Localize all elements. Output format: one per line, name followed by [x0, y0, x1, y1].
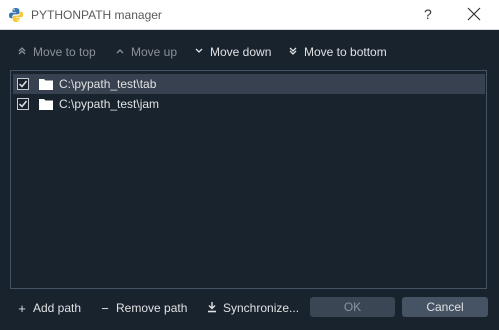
add-path-button[interactable]: + Add path — [17, 299, 81, 317]
remove-path-label: Remove path — [116, 301, 188, 315]
chevron-up-icon — [115, 46, 125, 59]
close-icon[interactable] — [464, 4, 484, 24]
move-up-label: Move up — [131, 45, 178, 59]
double-chevron-down-icon — [288, 46, 298, 59]
ok-button[interactable]: OK — [310, 297, 395, 317]
cancel-button[interactable]: Cancel — [402, 297, 488, 317]
title-bar: PYTHONPATH manager ? — [0, 0, 499, 30]
move-to-bottom-label: Move to bottom — [304, 45, 387, 59]
move-to-top-label: Move to top — [33, 45, 96, 59]
path-list-item[interactable]: C:\pypath_test\tab — [13, 74, 485, 94]
download-icon — [207, 301, 217, 316]
chevron-down-icon — [194, 46, 204, 59]
move-up-button[interactable]: Move up — [115, 44, 177, 60]
minus-icon: − — [101, 300, 109, 316]
double-chevron-up-icon — [17, 46, 27, 59]
move-down-label: Move down — [210, 45, 272, 59]
move-down-button[interactable]: Move down — [194, 44, 271, 60]
python-logo-icon — [9, 7, 23, 22]
plus-icon: + — [18, 300, 26, 316]
toolbar: Move to top Move up Move down Move to bo… — [0, 40, 499, 64]
folder-icon — [39, 99, 53, 110]
add-path-label: Add path — [33, 301, 82, 315]
path-list[interactable]: C:\pypath_test\tab C:\pypath_test\jam — [10, 70, 487, 289]
synchronize-button[interactable]: Synchronize... — [207, 299, 299, 317]
synchronize-label: Synchronize... — [223, 301, 300, 315]
remove-path-button[interactable]: − Remove path — [100, 299, 187, 317]
button-bar: + Add path − Remove path Synchronize... … — [0, 297, 499, 319]
path-label: C:\pypath_test\jam — [59, 97, 160, 111]
move-to-bottom-button[interactable]: Move to bottom — [288, 44, 387, 60]
window-title: PYTHONPATH manager — [31, 7, 162, 22]
path-checkbox[interactable] — [17, 78, 29, 90]
help-button[interactable]: ? — [424, 6, 432, 22]
move-to-top-button[interactable]: Move to top — [17, 44, 96, 60]
path-checkbox[interactable] — [17, 98, 29, 110]
path-list-item[interactable]: C:\pypath_test\jam — [13, 94, 485, 114]
folder-icon — [39, 79, 53, 90]
path-label: C:\pypath_test\tab — [59, 77, 157, 91]
